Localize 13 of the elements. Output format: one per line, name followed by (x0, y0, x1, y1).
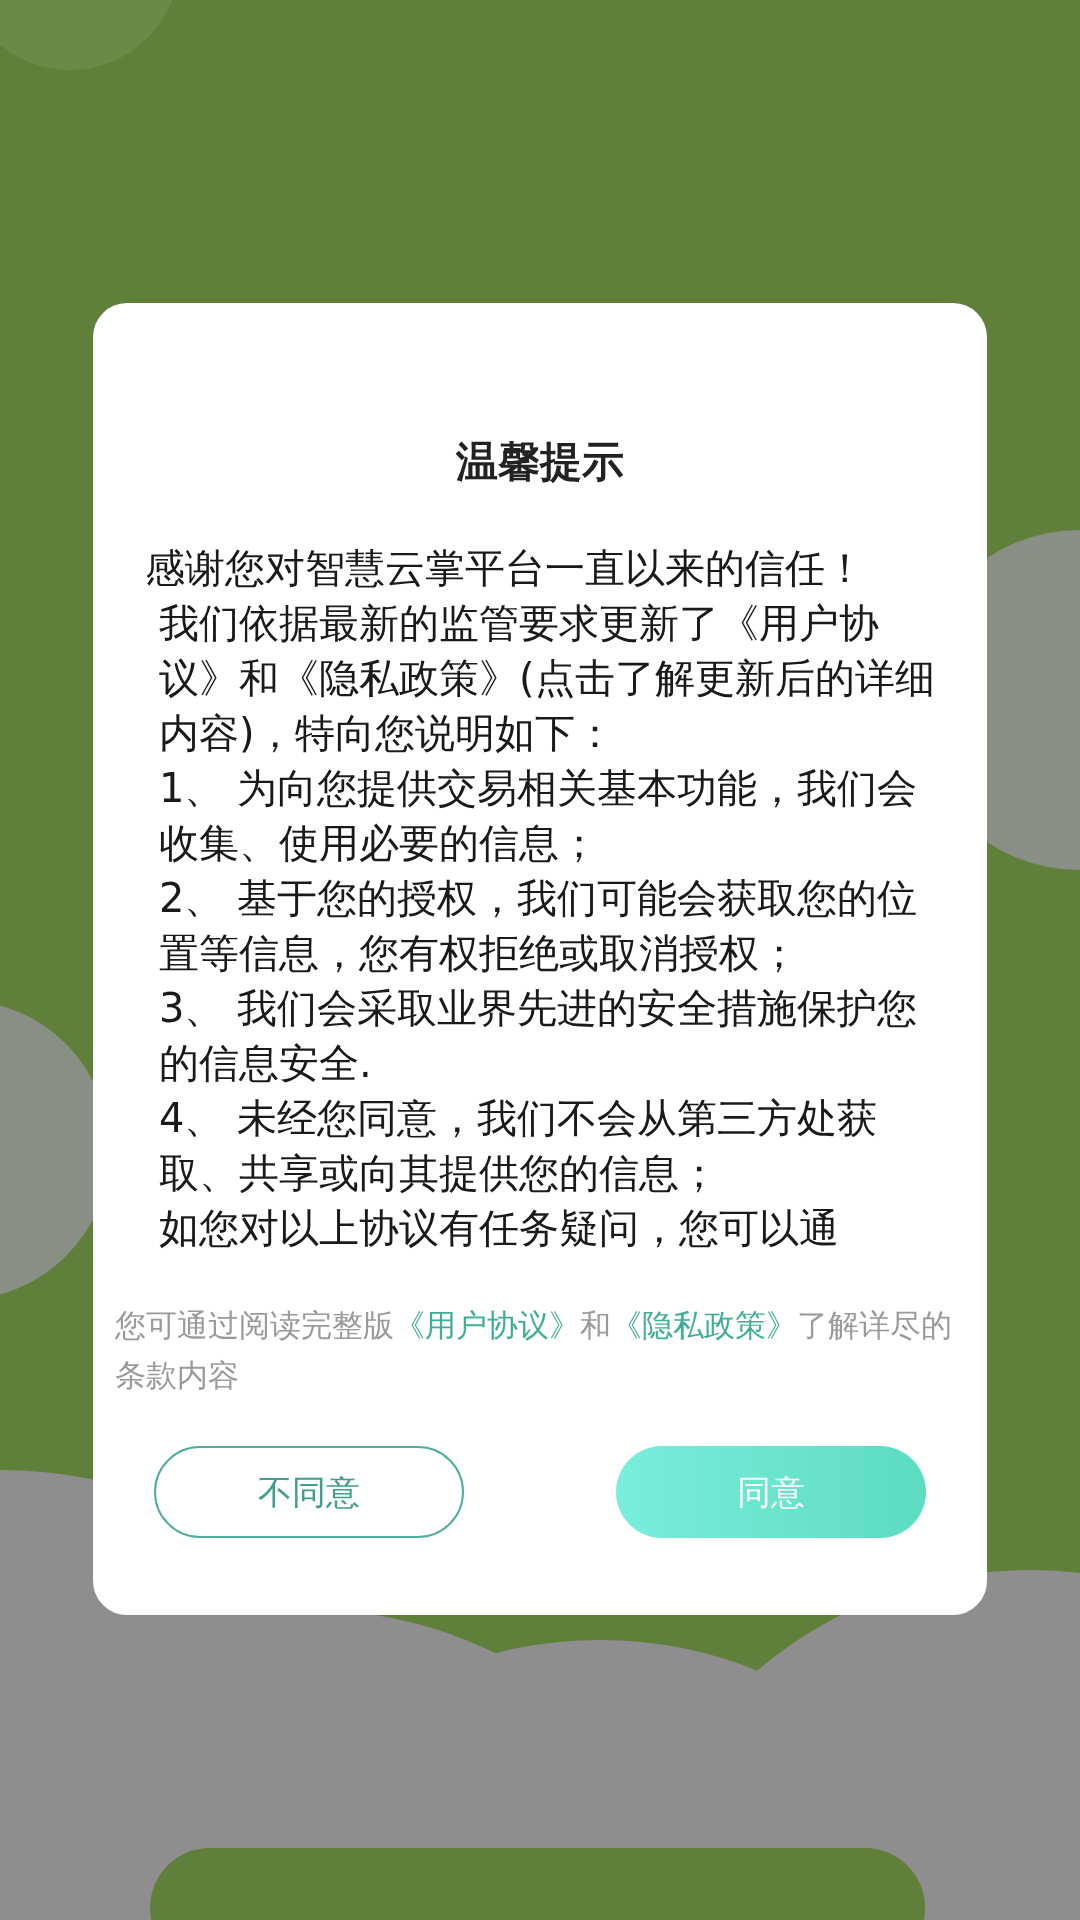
dialog-title: 温馨提示 (456, 436, 624, 488)
agree-button[interactable]: 同意 (616, 1446, 926, 1538)
body-paragraph: 2、 基于您的授权，我们可能会获取您的位置等信息，您有权拒绝或取消授权； (158, 874, 919, 978)
footer-text: 您可通过阅读完整版《用户协议》和《隐私政策》了解详尽的条款内容 (115, 1306, 953, 1395)
body-paragraph: 感谢您对智慧云掌平台一直以来的信任！ (145, 544, 866, 593)
body-paragraph: 1、 为向您提供交易相关基本功能，我们会收集、使用必要的信息； (158, 764, 919, 868)
body-paragraph: 3、 我们会采取业界先进的安全措施保护您的信息安全. (158, 984, 919, 1088)
disagree-button[interactable]: 不同意 (154, 1446, 464, 1538)
policy-link[interactable]: 《用户协议》 (394, 1307, 580, 1343)
body-paragraph: 4、 未经您同意，我们不会从第三方处获取、共享或向其提供您的信息； (158, 1094, 879, 1198)
body-paragraph: 如您对以上协议有任务疑问，您可以通 (158, 1204, 840, 1253)
policy-link[interactable]: 《隐私政策》 (611, 1307, 797, 1343)
body-paragraph: 我们依据最新的监管要求更新了《用户协议》和《隐私政策》(点击了解更新后的详细内容)，特向您说明如下： (158, 599, 935, 758)
